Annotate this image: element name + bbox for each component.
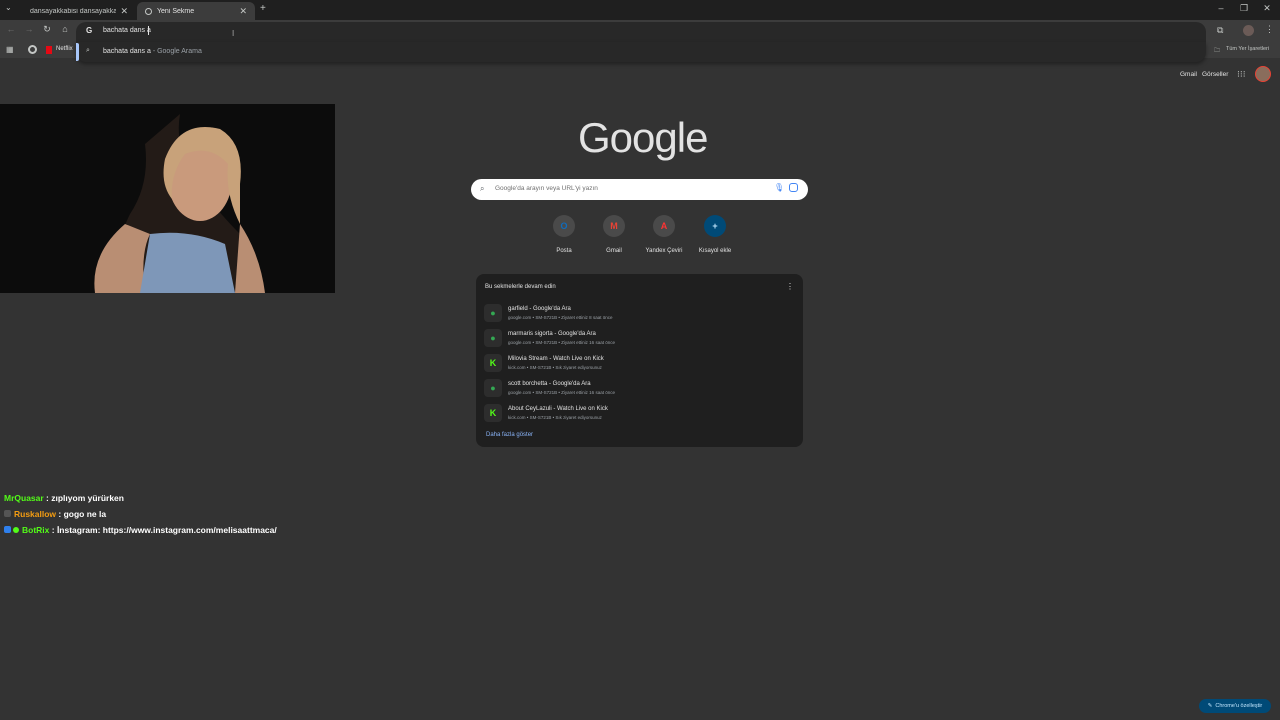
profile-avatar[interactable] bbox=[1243, 25, 1254, 36]
shortcut-label: Gmail bbox=[606, 248, 622, 254]
user-badge-icon bbox=[4, 510, 11, 517]
close-tab-icon[interactable]: ✕ bbox=[120, 6, 128, 17]
back-icon[interactable]: ← bbox=[4, 24, 18, 34]
resume-item[interactable] bbox=[480, 376, 800, 400]
shortcut-label: Kısayol ekle bbox=[698, 248, 732, 254]
tab-title: dansayakkabisi dansayakkabısı bbox=[30, 7, 117, 15]
resume-item-sub: google.com • SM-S721B • Ziyaret ettiniz … bbox=[508, 340, 615, 345]
images-link[interactable]: Görseller bbox=[1202, 71, 1228, 78]
customize-chrome-button[interactable]: ✎ Chrome'u özelleştir bbox=[1199, 699, 1271, 713]
gmail-icon: M bbox=[603, 215, 625, 237]
tab-dansayakkabisi[interactable]: dansayakkabisi dansayakkabısı ✕ bbox=[22, 2, 136, 20]
google-logo: Google bbox=[578, 114, 708, 161]
resume-item[interactable] bbox=[480, 326, 800, 350]
yandex-translate-icon: A bbox=[653, 215, 675, 237]
suggestion-highlight bbox=[76, 43, 79, 61]
chat-text: : İnstagram: https://www.instagram.com/m… bbox=[49, 525, 277, 535]
netflix-icon bbox=[46, 46, 52, 54]
close-window-icon[interactable]: ✕ bbox=[1260, 3, 1274, 14]
close-tab-icon[interactable]: ✕ bbox=[239, 6, 247, 17]
card-menu-icon[interactable]: ⋮ bbox=[786, 282, 794, 291]
google-apps-icon[interactable]: ⁝⁝⁝ bbox=[1237, 69, 1246, 80]
shortcut-posta[interactable]: O Posta bbox=[539, 215, 589, 254]
text-cursor bbox=[148, 26, 149, 35]
chat-message: BotRix : İnstagram: https://www.instagra… bbox=[4, 525, 277, 535]
home-icon[interactable]: ⌂ bbox=[58, 24, 72, 34]
resume-item-sub: kick.com • SM-S721B • Sık ziyaret ediyor… bbox=[508, 365, 602, 370]
shortcut-label: Yandex Çeviri bbox=[645, 248, 683, 254]
apps-grid-icon[interactable]: ▦ bbox=[6, 45, 14, 54]
chat-message: MrQuasar : zıplıyom yürürken bbox=[4, 493, 124, 503]
resume-item-title: garfield - Google'da Ara bbox=[508, 306, 571, 312]
new-tab-button[interactable]: + bbox=[260, 3, 266, 14]
kick-icon: K bbox=[484, 354, 502, 372]
resume-item-title: marmaris sigorta - Google'da Ara bbox=[508, 331, 596, 337]
suggestion-item[interactable]: bachata dans a - Google Arama bbox=[103, 48, 202, 55]
bookmark-netflix[interactable]: Netflix bbox=[56, 46, 73, 52]
kick-icon: K bbox=[484, 404, 502, 422]
address-bar-input[interactable]: bachata dans a bbox=[103, 27, 151, 34]
verified-badge-icon bbox=[13, 527, 19, 533]
resume-item-sub: kick.com • SM-S721B • Sık ziyaret ediyor… bbox=[508, 415, 602, 420]
microphone-icon[interactable]: 🎙 bbox=[774, 183, 784, 192]
account-avatar[interactable] bbox=[1255, 66, 1271, 82]
shortcut-add[interactable]: + Kısayol ekle bbox=[690, 215, 740, 254]
reload-icon[interactable]: ↻ bbox=[40, 24, 54, 35]
card-title: Bu sekmelerle devam edin bbox=[485, 284, 556, 290]
search-icon: ⌕ bbox=[480, 184, 485, 193]
show-more-link[interactable]: Daha fazla göster bbox=[486, 432, 533, 438]
suggestion-query: bachata dans a bbox=[103, 48, 151, 55]
chat-username: MrQuasar bbox=[4, 493, 44, 503]
resume-item[interactable] bbox=[480, 301, 800, 325]
plus-icon: + bbox=[704, 215, 726, 237]
all-bookmarks[interactable]: Tüm Yer İşaretleri bbox=[1226, 46, 1269, 52]
restore-icon[interactable]: ❐ bbox=[1237, 3, 1251, 14]
chrome-icon bbox=[145, 7, 152, 15]
shortcut-gmail[interactable]: M Gmail bbox=[589, 215, 639, 254]
streamer-video bbox=[0, 104, 335, 293]
address-bar[interactable] bbox=[76, 22, 1206, 42]
chat-text: : gogo ne la bbox=[56, 509, 107, 519]
customize-label: Chrome'u özelleştir bbox=[1215, 703, 1263, 709]
outlook-icon: O bbox=[553, 215, 575, 237]
tab-new-tab[interactable]: Yeni Sekme ✕ bbox=[137, 2, 255, 20]
menu-dots-icon[interactable]: ⋮ bbox=[1265, 24, 1274, 35]
webcam-overlay bbox=[0, 104, 335, 293]
maps-pin-icon: ● bbox=[484, 329, 502, 347]
bot-badge-icon bbox=[4, 526, 11, 533]
resume-item[interactable] bbox=[480, 401, 800, 425]
tab-search-icon[interactable]: ⌄ bbox=[5, 3, 12, 12]
resume-item-title: About CeyLazuli - Watch Live on Kick bbox=[508, 406, 608, 412]
mouse-ibeam-icon: I bbox=[232, 29, 235, 38]
resume-item[interactable] bbox=[480, 351, 800, 375]
search-input[interactable]: Google'da arayın veya URL'yi yazın bbox=[495, 185, 598, 192]
resume-item-title: scott borchetta - Google'da Ara bbox=[508, 381, 591, 387]
shortcut-yandex-ceviri[interactable]: A Yandex Çeviri bbox=[639, 215, 689, 254]
shortcut-label: Posta bbox=[556, 248, 572, 254]
gmail-link[interactable]: Gmail bbox=[1180, 71, 1197, 78]
omnibox-dropdown bbox=[76, 42, 1206, 62]
chat-message: Ruskallow : gogo ne la bbox=[4, 509, 106, 519]
maps-pin-icon: ● bbox=[484, 304, 502, 322]
extensions-icon[interactable]: ⧉ bbox=[1217, 25, 1223, 36]
resume-item-sub: google.com • SM-S721B • Ziyaret ettiniz … bbox=[508, 390, 615, 395]
chat-username: Ruskallow bbox=[14, 509, 57, 519]
google-g-icon: G bbox=[86, 26, 93, 35]
google-lens-icon[interactable] bbox=[789, 183, 798, 192]
tab-title: Yeni Sekme bbox=[157, 7, 195, 15]
bookmark-favicon-icon[interactable] bbox=[28, 45, 37, 54]
suggestion-suffix: - Google Arama bbox=[150, 48, 202, 55]
resume-item-sub: google.com • SM-S721B • Ziyaret ettiniz … bbox=[508, 315, 613, 320]
pencil-icon: ✎ bbox=[1207, 703, 1213, 709]
chat-text: : zıplıyom yürürken bbox=[43, 493, 124, 503]
maps-pin-icon: ● bbox=[484, 379, 502, 397]
chat-username: BotRix bbox=[22, 525, 50, 535]
folder-icon: 🗀 bbox=[1214, 48, 1221, 54]
resume-item-title: Milovia Stream - Watch Live on Kick bbox=[508, 356, 604, 362]
minimize-icon[interactable]: – bbox=[1214, 3, 1228, 13]
search-icon: ⌕ bbox=[86, 47, 90, 54]
forward-icon[interactable]: → bbox=[22, 24, 36, 34]
